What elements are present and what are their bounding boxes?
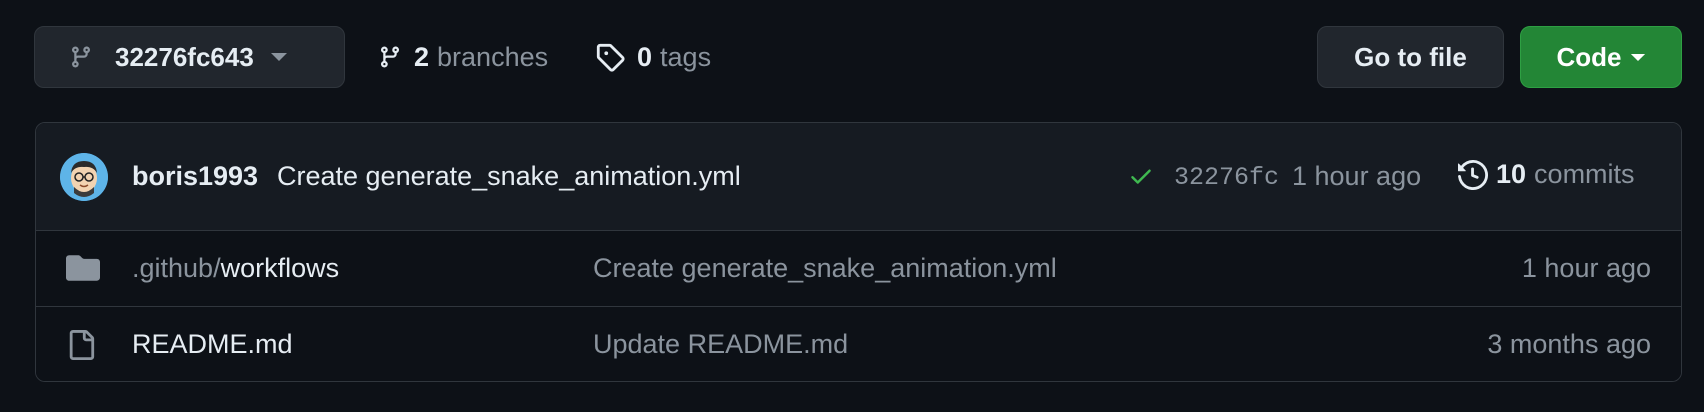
file-age: 1 hour ago [1521, 253, 1651, 283]
latest-commit-bar: boris1993 Create generate_snake_animatio… [36, 123, 1681, 231]
go-to-file-button[interactable]: Go to file [1317, 26, 1504, 88]
commits-label: commits [1534, 159, 1635, 189]
git-branch-icon [378, 43, 402, 71]
file-listing: boris1993 Create generate_snake_animatio… [35, 122, 1682, 382]
file-name-link[interactable]: README.md [132, 329, 293, 360]
tags-count: 0 [637, 41, 653, 72]
code-button[interactable]: Code [1520, 26, 1682, 88]
tag-icon [595, 42, 625, 72]
branches-label: branches [437, 41, 549, 72]
check-icon[interactable] [1128, 163, 1154, 189]
tags-link[interactable]: 0 tags [595, 26, 711, 88]
commit-author[interactable]: boris1993 [132, 161, 258, 192]
commit-time: 1 hour ago [1292, 161, 1422, 191]
folder-icon [66, 253, 100, 283]
file-path-prefix: .github/ [132, 253, 221, 283]
commits-link[interactable]: 10 commits [1458, 159, 1635, 190]
file-icon [66, 329, 96, 361]
git-branch-icon [69, 43, 93, 71]
caret-down-icon [1630, 53, 1646, 62]
tags-label: tags [660, 41, 712, 72]
file-row: .github/workflows Create generate_snake_… [36, 231, 1681, 307]
branch-selector-label: 32276fc643 [115, 41, 254, 72]
commit-message[interactable]: Create generate_snake_animation.yml [277, 161, 741, 192]
commit-sha[interactable]: 32276fc [1174, 163, 1279, 192]
file-name: README.md [132, 329, 293, 359]
commits-count: 10 [1496, 159, 1527, 189]
branch-selector-button[interactable]: 32276fc643 [34, 26, 345, 88]
caret-down-icon [270, 52, 288, 62]
file-row: README.md Update README.md 3 months ago [36, 307, 1681, 381]
avatar[interactable] [60, 153, 108, 201]
history-icon [1458, 159, 1488, 190]
code-button-label: Code [1556, 41, 1622, 72]
file-name-link[interactable]: .github/workflows [132, 253, 339, 284]
file-commit-message[interactable]: Update README.md [593, 329, 848, 360]
go-to-file-label: Go to file [1354, 41, 1467, 72]
branches-link[interactable]: 2 branches [378, 26, 548, 88]
file-age: 3 months ago [1487, 329, 1651, 359]
branches-count: 2 [414, 41, 430, 72]
file-name: workflows [220, 253, 340, 283]
file-commit-message[interactable]: Create generate_snake_animation.yml [593, 253, 1057, 284]
